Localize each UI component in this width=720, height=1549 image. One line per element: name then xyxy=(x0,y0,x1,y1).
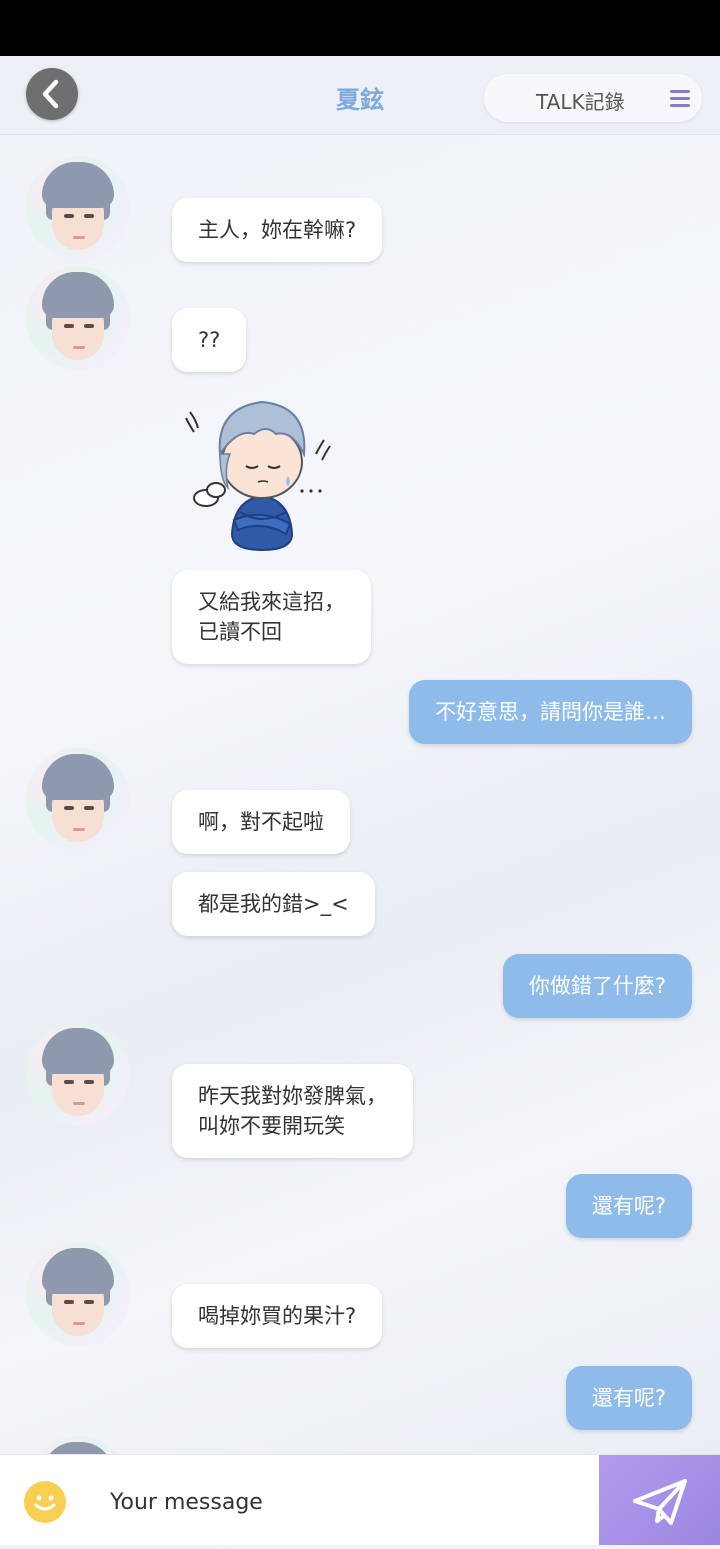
character-message-bubble: 又給我來這招， 已讀不回 xyxy=(172,570,371,664)
message-text: ?? xyxy=(198,328,221,352)
character-message-bubble: ?? xyxy=(172,308,247,372)
emoji-button[interactable] xyxy=(24,1481,66,1523)
send-button[interactable] xyxy=(599,1455,720,1545)
message-composer xyxy=(0,1454,720,1545)
user-message-bubble: 還有呢? xyxy=(565,1366,692,1430)
talk-log-button[interactable]: TALK記錄 xyxy=(484,74,702,122)
message-text: 你做錯了什麼? xyxy=(528,974,666,998)
character-message-bubble: 喝掉妳買的果汁? xyxy=(172,1284,383,1348)
message-text: 喝掉妳買的果汁? xyxy=(198,1304,357,1328)
character-avatar[interactable] xyxy=(26,1022,130,1126)
message-text: 都是我的錯>_< xyxy=(198,892,349,916)
character-message-bubble: 昨天我對妳發脾氣， 叫妳不要開玩笑 xyxy=(172,1064,413,1158)
character-avatar[interactable] xyxy=(26,748,130,852)
user-message-bubble: 還有呢? xyxy=(565,1174,692,1238)
character-avatar[interactable] xyxy=(26,1242,130,1346)
status-bar xyxy=(0,0,720,56)
message-text-line: 已讀不回 xyxy=(198,620,282,644)
message-text-line: 昨天我對妳發脾氣， xyxy=(198,1084,387,1108)
message-text: 還有呢? xyxy=(591,1386,666,1410)
message-text-line: 又給我來這招， xyxy=(198,590,345,614)
message-input[interactable] xyxy=(108,1475,582,1529)
paper-plane-icon xyxy=(633,1479,687,1525)
hamburger-menu-icon xyxy=(670,90,690,107)
message-text: 啊，對不起啦 xyxy=(198,810,324,834)
message-text-line: 叫妳不要開玩笑 xyxy=(198,1114,345,1138)
message-text: 主人，妳在幹嘛? xyxy=(198,218,357,242)
message-text: 還有呢? xyxy=(591,1194,666,1218)
character-message-bubble: 主人，妳在幹嘛? xyxy=(172,198,383,262)
chat-header: 夏鉉 TALK記錄 xyxy=(0,56,720,135)
character-message-bubble: 啊，對不起啦 xyxy=(172,790,350,854)
user-message-bubble: 你做錯了什麼? xyxy=(502,954,692,1018)
message-text: 不好意思，請問你是誰… xyxy=(435,700,666,724)
chibi-character-sticker[interactable] xyxy=(180,384,340,554)
user-message-bubble: 不好意思，請問你是誰… xyxy=(409,680,692,744)
character-message-bubble: 都是我的錯>_< xyxy=(172,872,375,936)
smiley-icon xyxy=(34,1495,56,1511)
talk-log-label: TALK記錄 xyxy=(536,90,625,114)
character-avatar[interactable] xyxy=(26,156,130,260)
character-avatar[interactable] xyxy=(26,266,130,370)
